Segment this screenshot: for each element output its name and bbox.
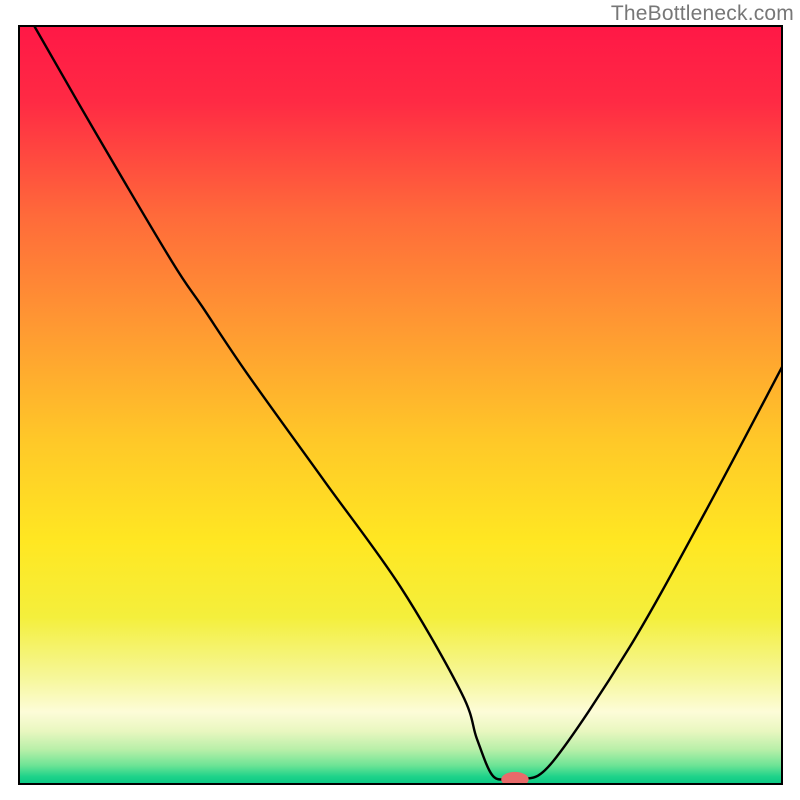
plot-area <box>19 26 782 787</box>
gradient-background <box>19 26 782 784</box>
bottleneck-chart <box>0 0 800 800</box>
chart-stage: TheBottleneck.com <box>0 0 800 800</box>
watermark-text: TheBottleneck.com <box>611 2 794 26</box>
